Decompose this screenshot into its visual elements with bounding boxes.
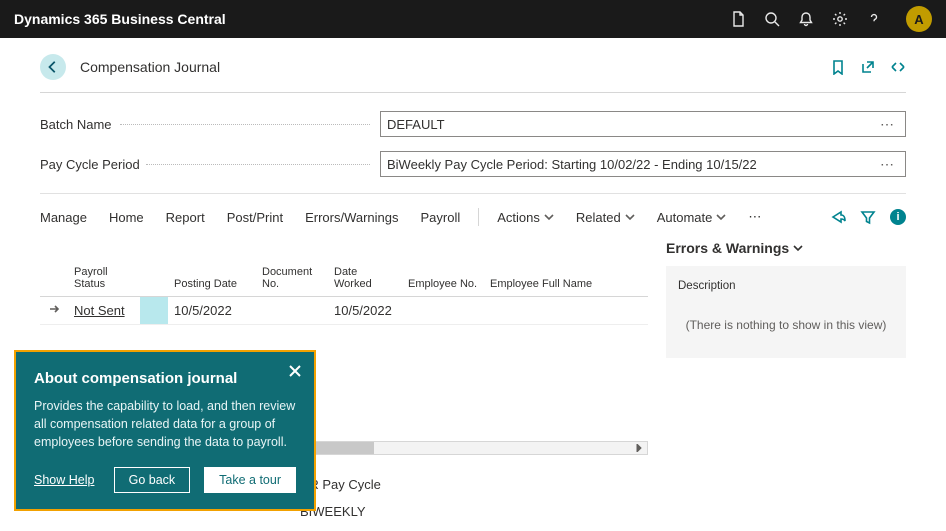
cmd-more[interactable]: ⋯ xyxy=(748,209,761,225)
cell-empname[interactable] xyxy=(484,296,648,324)
bookmark-icon[interactable] xyxy=(830,59,846,75)
cmd-related[interactable]: Related xyxy=(576,210,635,225)
close-icon[interactable] xyxy=(288,364,302,381)
side-desc-label: Description xyxy=(678,280,894,292)
help-icon[interactable] xyxy=(866,11,882,27)
side-title[interactable]: Errors & Warnings xyxy=(666,240,906,256)
bell-icon[interactable] xyxy=(798,11,814,27)
divider xyxy=(40,92,906,93)
side-panel: Errors & Warnings Description (There is … xyxy=(666,240,906,531)
col-indicator xyxy=(40,240,68,296)
cmd-report[interactable]: Report xyxy=(166,210,205,225)
cell-docno[interactable] xyxy=(256,296,328,324)
table-row[interactable]: Not Sent 10/5/2022 10/5/2022 xyxy=(40,296,648,324)
cmd-related-label: Related xyxy=(576,210,621,225)
cmd-automate[interactable]: Automate xyxy=(657,210,727,225)
cmd-payroll[interactable]: Payroll xyxy=(421,210,461,225)
command-bar: Manage Home Report Post/Print Errors/War… xyxy=(40,202,906,232)
filter-icon[interactable] xyxy=(860,209,876,225)
cmd-manage[interactable]: Manage xyxy=(40,210,87,225)
row-indicator[interactable] xyxy=(40,296,68,324)
col-posting[interactable]: Posting Date xyxy=(168,240,256,296)
chevron-down-icon xyxy=(793,243,803,253)
cycle-label: Pay Cycle Period xyxy=(40,157,380,172)
app-title: Dynamics 365 Business Central xyxy=(14,11,730,27)
cmd-post[interactable]: Post/Print xyxy=(227,210,283,225)
cmd-home[interactable]: Home xyxy=(109,210,144,225)
page-title: Compensation Journal xyxy=(80,59,220,75)
page-header: Compensation Journal xyxy=(40,38,906,90)
divider xyxy=(40,193,906,194)
cell-empno[interactable] xyxy=(402,296,484,324)
divider xyxy=(478,208,479,226)
collapse-icon[interactable] xyxy=(890,59,906,75)
document-icon[interactable] xyxy=(730,11,746,27)
app-topbar: Dynamics 365 Business Central A xyxy=(0,0,946,38)
chevron-down-icon xyxy=(716,212,726,222)
cmd-actions-label: Actions xyxy=(497,210,540,225)
cmdbar-right: i xyxy=(830,209,906,225)
col-worked[interactable]: Date Worked xyxy=(328,240,402,296)
side-title-text: Errors & Warnings xyxy=(666,240,789,256)
cell-status-link[interactable]: Not Sent xyxy=(74,303,125,318)
batch-row: Batch Name DEFAULT ⋯ xyxy=(40,111,906,137)
col-docno[interactable]: Document No. xyxy=(256,240,328,296)
search-icon[interactable] xyxy=(764,11,780,27)
teaching-actions: Show Help Go back Take a tour xyxy=(34,467,296,493)
cycle-lookup-icon[interactable]: ⋯ xyxy=(876,156,899,173)
info-icon[interactable]: i xyxy=(890,209,906,225)
cycle-row: Pay Cycle Period BiWeekly Pay Cycle Peri… xyxy=(40,151,906,177)
cycle-input[interactable]: BiWeekly Pay Cycle Period: Starting 10/0… xyxy=(380,151,906,177)
scroll-right-icon[interactable] xyxy=(633,442,645,454)
cycle-value: BiWeekly Pay Cycle Period: Starting 10/0… xyxy=(387,157,876,172)
side-box: Description (There is nothing to show in… xyxy=(666,266,906,358)
go-back-button[interactable]: Go back xyxy=(114,467,191,493)
cmd-actions[interactable]: Actions xyxy=(497,210,554,225)
cell-status[interactable]: Not Sent xyxy=(68,296,140,324)
teaching-title: About compensation journal xyxy=(34,370,296,387)
back-button[interactable] xyxy=(40,54,66,80)
take-tour-button[interactable]: Take a tour xyxy=(204,467,296,493)
batch-input[interactable]: DEFAULT ⋯ xyxy=(380,111,906,137)
teaching-popup: About compensation journal Provides the … xyxy=(14,350,316,511)
share-icon[interactable] xyxy=(830,209,846,225)
avatar-initial: A xyxy=(914,12,923,27)
show-help-link[interactable]: Show Help xyxy=(34,473,94,487)
cmd-automate-label: Automate xyxy=(657,210,713,225)
side-empty: (There is nothing to show in this view) xyxy=(678,318,894,332)
gear-icon[interactable] xyxy=(832,11,848,27)
col-status[interactable]: Payroll Status xyxy=(68,240,140,296)
batch-value: DEFAULT xyxy=(387,117,876,132)
teaching-body: Provides the capability to load, and the… xyxy=(34,397,296,451)
avatar[interactable]: A xyxy=(906,6,932,32)
cell-highlight[interactable] xyxy=(140,296,168,324)
col-spacer xyxy=(140,240,168,296)
batch-label: Batch Name xyxy=(40,117,380,132)
popout-icon[interactable] xyxy=(860,59,876,75)
col-empno[interactable]: Employee No. xyxy=(402,240,484,296)
col-empname[interactable]: Employee Full Name xyxy=(484,240,648,296)
cell-worked[interactable]: 10/5/2022 xyxy=(328,296,402,324)
chevron-down-icon xyxy=(544,212,554,222)
cell-posting[interactable]: 10/5/2022 xyxy=(168,296,256,324)
batch-lookup-icon[interactable]: ⋯ xyxy=(876,116,899,133)
header-actions xyxy=(830,59,906,75)
cmd-errors[interactable]: Errors/Warnings xyxy=(305,210,398,225)
topbar-icons: A xyxy=(730,6,932,32)
chevron-down-icon xyxy=(625,212,635,222)
